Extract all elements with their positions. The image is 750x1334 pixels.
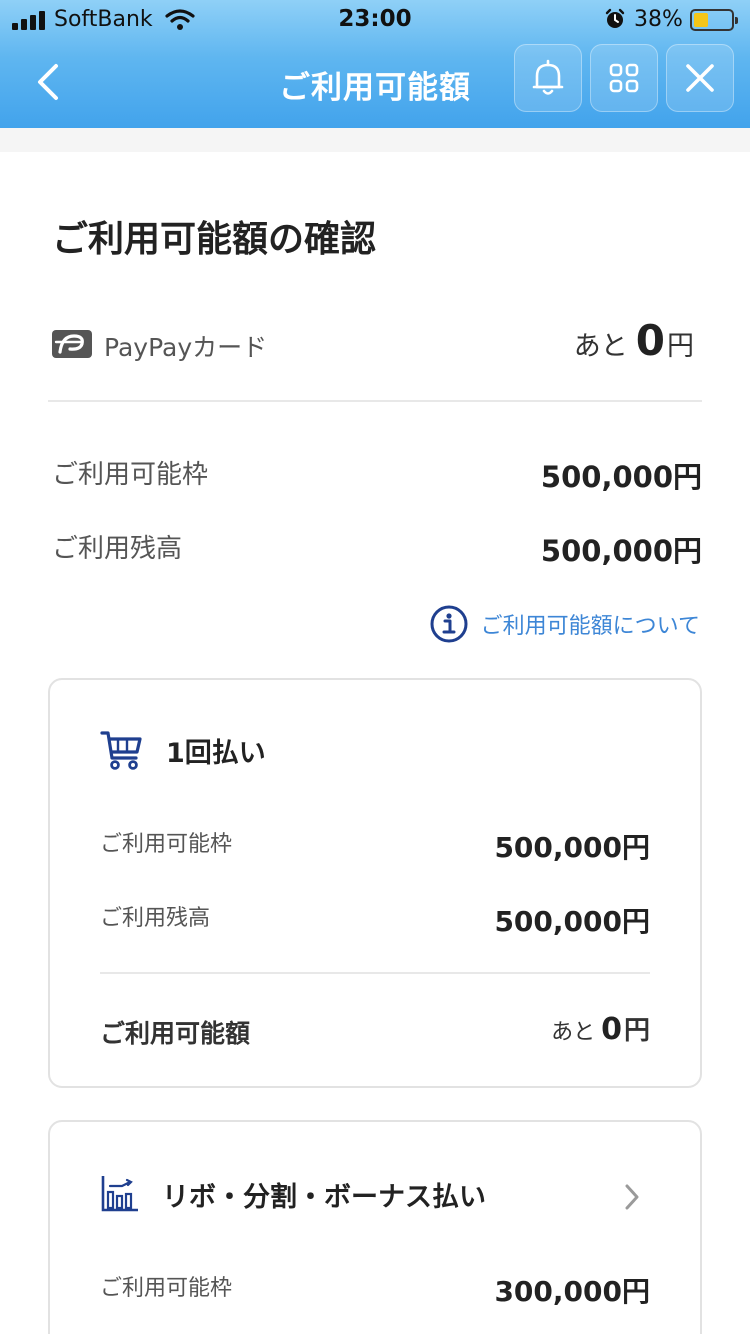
shopping-cart-icon bbox=[100, 731, 142, 770]
grid-menu-icon bbox=[609, 63, 639, 93]
status-bar: SoftBank 23:00 38% bbox=[0, 0, 750, 40]
revolving-header: リボ・分割・ボーナス払い bbox=[100, 1174, 486, 1214]
card-name: PayPayカード bbox=[104, 333, 268, 362]
revolving-card[interactable]: リボ・分割・ボーナス払い ご利用可能枠 300,000円 bbox=[48, 1120, 702, 1334]
lump-sum-card: 1回払い ご利用可能枠 500,000円 ご利用残高 500,000円 ご利用可… bbox=[48, 678, 702, 1088]
remaining-amount: あと 0 円 bbox=[574, 316, 694, 365]
row-label: ご利用可能枠 bbox=[100, 1276, 233, 1301]
revolving-row-limit: ご利用可能枠 300,000円 bbox=[100, 1270, 650, 1310]
summary-row-balance: ご利用残高 500,000円 bbox=[52, 528, 702, 568]
lump-sum-header: 1回払い bbox=[100, 728, 266, 772]
app-header: SoftBank 23:00 38% ご利用可能額 bbox=[0, 0, 750, 128]
battery-icon bbox=[690, 9, 738, 31]
row-label: ご利用残高 bbox=[100, 906, 211, 931]
summary-value: 500,000円 bbox=[540, 534, 702, 568]
total-amount: あと 0 円 bbox=[551, 1010, 650, 1047]
alarm-icon bbox=[605, 8, 625, 28]
row-value: 500,000円 bbox=[494, 831, 650, 864]
chevron-right-icon bbox=[625, 1184, 639, 1210]
row-value: 500,000円 bbox=[494, 905, 650, 938]
page-title: ご利用可能額の確認 bbox=[52, 219, 377, 260]
summary-label: ご利用可能枠 bbox=[52, 460, 209, 490]
close-icon bbox=[686, 64, 714, 92]
bar-chart-icon bbox=[101, 1176, 138, 1212]
total-label: ご利用可能額 bbox=[100, 1019, 251, 1048]
remaining-prefix: あと bbox=[573, 331, 628, 362]
row-label: ご利用可能枠 bbox=[100, 832, 233, 857]
summary-row-limit: ご利用可能枠 500,000円 bbox=[52, 454, 702, 494]
total-prefix: あと bbox=[551, 1020, 596, 1045]
lump-sum-row-limit: ご利用可能枠 500,000円 bbox=[100, 826, 650, 866]
remaining-value: 0 bbox=[635, 316, 665, 365]
remaining-suffix: 円 bbox=[667, 331, 694, 362]
battery-percent: 38% bbox=[634, 7, 683, 32]
main-content: ご利用可能額の確認 PayPayカード あと 0 円 ご利用可能枠 500,00… bbox=[0, 152, 750, 1334]
row-value: 300,000円 bbox=[494, 1275, 650, 1308]
revolving-title: リボ・分割・ボーナス払い bbox=[162, 1181, 486, 1213]
about-link-label: ご利用可能額について bbox=[480, 614, 700, 639]
paypay-card-logo-icon bbox=[52, 330, 92, 358]
about-available-amount-link[interactable]: ご利用可能額について bbox=[429, 604, 700, 644]
menu-button[interactable] bbox=[590, 44, 658, 112]
notification-button[interactable] bbox=[514, 44, 582, 112]
total-value: 0 bbox=[601, 1012, 622, 1047]
lump-sum-total-row: ご利用可能額 あと 0 円 bbox=[100, 1012, 650, 1058]
summary-label: ご利用残高 bbox=[52, 534, 183, 564]
card-summary-row: PayPayカード あと 0 円 bbox=[52, 316, 702, 380]
lump-sum-row-balance: ご利用残高 500,000円 bbox=[100, 900, 650, 940]
bell-icon bbox=[532, 59, 564, 95]
lump-sum-title: 1回払い bbox=[166, 737, 266, 769]
total-suffix: 円 bbox=[623, 1016, 650, 1046]
divider bbox=[100, 972, 650, 974]
divider bbox=[48, 400, 702, 402]
info-icon bbox=[430, 605, 468, 643]
summary-value: 500,000円 bbox=[540, 460, 702, 494]
close-button[interactable] bbox=[666, 44, 734, 112]
